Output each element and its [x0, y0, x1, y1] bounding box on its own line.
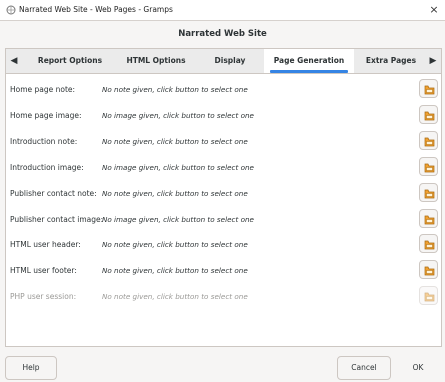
select-object-button[interactable]: [419, 156, 438, 176]
option-value: No note given, click button to select on…: [102, 188, 248, 198]
select-object-icon: [424, 111, 435, 121]
option-label: Home page note:: [10, 85, 76, 94]
options-notebook: ◀ Report Options HTML Options Display Pa…: [5, 48, 442, 347]
option-value: No note given, click button to select on…: [102, 85, 248, 94]
option-row: Introduction image: No image given, click…: [6, 154, 441, 180]
option-value: No image given, click button to select o…: [102, 162, 254, 172]
select-object-icon: [424, 189, 435, 198]
option-row: Home page note: No note given, click butt…: [6, 76, 441, 102]
select-object-button[interactable]: [419, 79, 438, 98]
tab-scroll-left-icon[interactable]: ◀: [6, 49, 22, 73]
window-titlebar: Narrated Web Site - Web Pages - Gramps ×: [0, 0, 445, 21]
close-icon[interactable]: ×: [427, 3, 441, 17]
select-object-button[interactable]: [419, 208, 438, 228]
dialog-title: Narrated Web Site: [178, 29, 267, 39]
select-object-button[interactable]: [419, 104, 438, 124]
option-label: PHP user session:: [10, 292, 77, 302]
option-label: Home page image:: [10, 110, 82, 120]
help-button[interactable]: Help: [5, 356, 57, 380]
select-object-icon: [424, 241, 435, 250]
cancel-button[interactable]: Cancel: [337, 356, 391, 380]
select-object-button[interactable]: [419, 234, 438, 254]
select-object-button[interactable]: [419, 130, 438, 150]
option-label: HTML user footer:: [10, 266, 77, 276]
option-row: HTML user header: No note given, click bu…: [6, 231, 441, 257]
select-object-button: [419, 286, 438, 306]
option-label: Publisher contact image:: [10, 214, 104, 224]
option-value: No image given, click button to select o…: [102, 110, 254, 120]
dialog-header: Narrated Web Site: [0, 21, 445, 46]
window-title: Narrated Web Site - Web Pages - Gramps: [19, 5, 173, 14]
option-value: No note given, click button to select on…: [102, 266, 248, 276]
gramps-icon: [6, 5, 16, 15]
option-row: PHP user session: No note given, click bu…: [6, 283, 441, 309]
option-value: No note given, click button to select on…: [102, 240, 248, 250]
option-value: No note given, click button to select on…: [102, 292, 248, 302]
tab-bar: ◀ Report Options HTML Options Display Pa…: [6, 49, 441, 74]
option-label: HTML user header:: [10, 240, 81, 250]
option-value: No note given, click button to select on…: [102, 136, 248, 146]
tab-html-options[interactable]: HTML Options: [114, 49, 198, 73]
select-object-button[interactable]: [419, 182, 438, 202]
ok-button[interactable]: OK: [396, 356, 440, 380]
option-row: Publisher contact note: No note given, cl…: [6, 180, 441, 206]
tab-display[interactable]: Display: [200, 49, 260, 73]
select-object-icon: [424, 292, 435, 302]
select-object-icon: [424, 215, 435, 224]
tab-page-generation[interactable]: Page Generation: [264, 49, 354, 73]
select-object-icon: [424, 137, 435, 147]
option-row: Home page image: No image given, click bu…: [6, 102, 441, 128]
select-object-icon: [424, 163, 435, 173]
option-label: Introduction image:: [10, 162, 84, 172]
option-row: Publisher contact image: No image given, …: [6, 206, 441, 232]
option-value: No image given, click button to select o…: [102, 214, 254, 224]
option-label: Publisher contact note:: [10, 188, 97, 198]
select-object-button[interactable]: [419, 260, 438, 280]
option-row: HTML user footer: No note given, click bu…: [6, 257, 441, 283]
tab-scroll-right-icon[interactable]: ▶: [425, 49, 441, 73]
tab-report-options[interactable]: Report Options: [28, 49, 112, 73]
select-object-icon: [424, 85, 435, 95]
option-row: Introduction note: No note given, click b…: [6, 128, 441, 154]
tab-extra-pages[interactable]: Extra Pages: [360, 49, 422, 73]
select-object-icon: [424, 266, 435, 276]
option-label: Introduction note:: [10, 136, 78, 146]
